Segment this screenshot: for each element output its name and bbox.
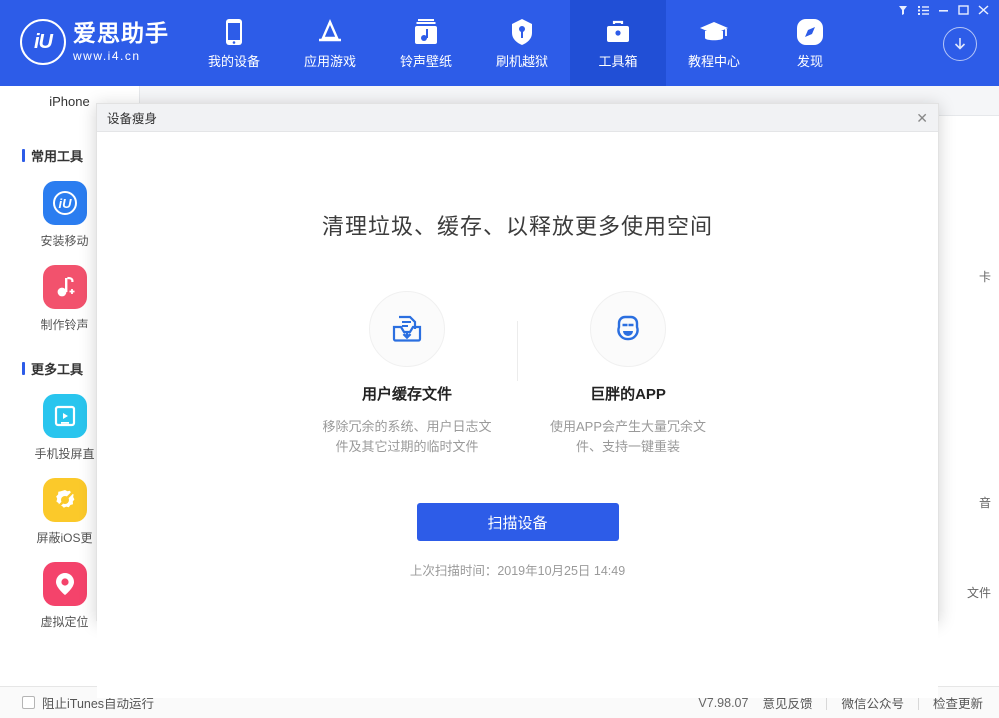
menu-icon[interactable] [913,3,933,17]
graduation-cap-icon [699,17,729,47]
nav-label: 我的设备 [208,51,260,70]
ghost-label: 音 [979,494,991,511]
main-nav: 我的设备 应用游戏 铃声壁纸 刷机越狱 [186,0,858,86]
sidebar-item-label: 安装移动 [40,232,88,249]
app-window: iU 爱思助手 www.i4.cn 我的设备 应用游戏 [0,0,999,718]
brand-name: 爱思助手 [73,21,169,46]
nav-item-tutorial-center[interactable]: 教程中心 [666,0,762,86]
appstore-icon [315,17,345,47]
inbox-download-icon [369,291,445,367]
close-icon[interactable] [973,3,993,17]
nav-label: 应用游戏 [304,51,356,70]
pin-icon[interactable] [893,3,913,17]
toolbox-icon [603,17,633,47]
block-update-icon [43,478,87,522]
feature-list: 用户缓存文件 移除冗余的系统、用户日志文件及其它过期的临时文件 巨胖的APP 使… [97,291,938,457]
window-controls [893,3,993,17]
ghost-label: 文件 [967,584,991,601]
feature-description: 使用APP会产生大量冗余文件、支持一键重装 [538,417,718,457]
nav-item-my-device[interactable]: 我的设备 [186,0,282,86]
app-header: iU 爱思助手 www.i4.cn 我的设备 应用游戏 [0,0,999,86]
maximize-icon[interactable] [953,3,973,17]
nav-label: 教程中心 [688,51,740,70]
feature-description: 移除冗余的系统、用户日志文件及其它过期的临时文件 [317,417,497,457]
brand-url: www.i4.cn [73,49,169,63]
nav-label: 刷机越狱 [496,51,548,70]
sidebar-group-title: 常用工具 [31,146,83,165]
nav-item-discover[interactable]: 发现 [762,0,858,86]
nav-item-ringtones-wallpapers[interactable]: 铃声壁纸 [378,0,474,86]
dialog-title: 设备瘦身 [107,108,157,127]
feature-user-cache-files[interactable]: 用户缓存文件 移除冗余的系统、用户日志文件及其它过期的临时文件 [297,291,517,457]
dialog-body: 清理垃圾、缓存、以释放更多使用空间 用户缓存文件 移除冗余的系统、用户日志文件及… [97,209,938,698]
screen-mirror-icon [43,394,87,438]
close-icon[interactable]: ✕ [916,104,928,132]
location-pin-icon [43,562,87,606]
sidebar-item-label: 手机投屏直 [34,445,94,462]
nav-label: 工具箱 [598,51,637,70]
group-accent-bar [22,362,25,375]
sidebar-item-label: 虚拟定位 [40,613,88,630]
sidebar-group-title: 更多工具 [31,359,83,378]
fat-face-icon [590,291,666,367]
last-scan-time: 上次扫描时间：2019年10月25日 14:49 [97,560,938,579]
feature-fat-app[interactable]: 巨胖的APP 使用APP会产生大量冗余文件、支持一键重装 [518,291,738,457]
nav-item-apps-games[interactable]: 应用游戏 [282,0,378,86]
ringtone-icon [43,265,87,309]
device-slimming-dialog: 设备瘦身 ✕ 清理垃圾、缓存、以释放更多使用空间 用户缓存文件 [96,103,939,621]
minimize-icon[interactable] [933,3,953,17]
nav-label: 发现 [797,51,823,70]
block-itunes-checkbox[interactable] [22,696,35,709]
svg-text:iU: iU [58,196,72,211]
shield-icon [507,17,537,47]
phone-icon [219,17,249,47]
nav-item-toolbox[interactable]: 工具箱 [570,0,666,86]
music-box-icon [411,17,441,47]
group-accent-bar [22,149,25,162]
logo-mark-icon: iU [20,19,66,65]
app-logo: iU 爱思助手 www.i4.cn [20,12,180,72]
feature-title: 巨胖的APP [590,383,666,404]
nav-item-flash-jailbreak[interactable]: 刷机越狱 [474,0,570,86]
logo-text: 爱思助手 www.i4.cn [73,21,169,62]
nav-label: 铃声壁纸 [400,51,452,70]
i4-app-icon: iU [43,181,87,225]
feature-title: 用户缓存文件 [362,383,452,404]
download-circle-icon[interactable] [943,27,977,61]
dialog-header: 设备瘦身 ✕ [97,104,938,132]
ghost-label: 卡 [979,268,991,285]
compass-icon [795,17,825,47]
footer-link-check-update[interactable]: 检查更新 [933,693,983,712]
sidebar-item-label: 屏蔽iOS更 [36,529,92,546]
dialog-heading: 清理垃圾、缓存、以释放更多使用空间 [97,209,938,241]
scan-device-button[interactable]: 扫描设备 [417,503,619,541]
sidebar-item-label: 制作铃声 [40,316,88,333]
